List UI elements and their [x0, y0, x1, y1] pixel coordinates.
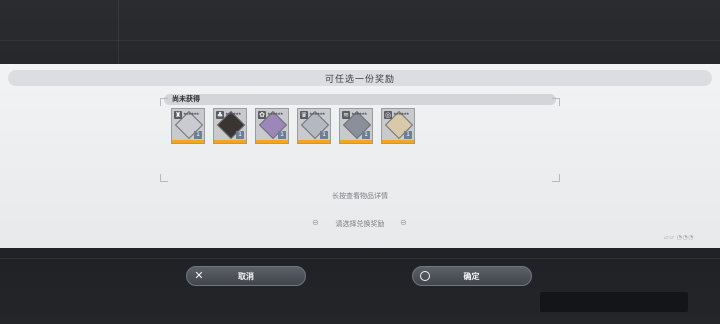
cancel-button-label: 取消: [238, 271, 254, 281]
reward-item[interactable]: ♜ ★★★★★★ 1: [171, 108, 205, 144]
wave-icon: ≋: [342, 111, 350, 119]
rarity-stars: ★★★★★★: [351, 111, 367, 116]
spiral-icon: ◎: [384, 111, 392, 119]
reward-item-list: ♜ ★★★★★★ 1 ♣ ★★★★★★ 1 ✿ ★★★★★★ 1 ♛ ★★★★★★ 1 ≋ ★★★★★★ 1…: [171, 108, 415, 144]
crown-icon: ♛: [300, 111, 308, 119]
item-count: 1: [278, 131, 286, 139]
section-header: 尚未获得: [164, 94, 556, 105]
close-icon: ✕: [194, 269, 204, 282]
rarity-bar: [382, 140, 414, 143]
rarity-bar: [214, 140, 246, 143]
select-hint: 请选择兑换奖励: [335, 220, 385, 228]
rarity-bar: [172, 140, 204, 143]
reward-item[interactable]: ✿ ★★★★★★ 1: [255, 108, 289, 144]
ghost-icon: ♣: [216, 111, 224, 119]
item-count: 1: [320, 131, 328, 139]
right-arrow-icon: ⊖: [400, 218, 407, 227]
frame-corner: [160, 174, 168, 182]
rarity-bar: [298, 140, 330, 143]
rarity-stars: ★★★★★★: [393, 111, 409, 116]
rarity-stars: ★★★★★★: [267, 111, 283, 116]
brand-logo-icon: ▱▱ ◔◔◔: [664, 234, 694, 241]
long-press-hint: 长按查看物品详情: [332, 192, 388, 200]
flower-icon: ✿: [258, 111, 266, 119]
ghost-icon: ♜: [174, 111, 182, 119]
rarity-stars: ★★★★★★: [309, 111, 325, 116]
reward-item[interactable]: ♣ ★★★★★★ 1: [213, 108, 247, 144]
rarity-bar: [340, 140, 372, 143]
rarity-stars: ★★★★★★: [225, 111, 241, 116]
item-count: 1: [404, 131, 412, 139]
dialog-title: 可任选一份奖励: [324, 74, 395, 85]
item-count: 1: [362, 131, 370, 139]
confirm-button-label: 确定: [463, 271, 480, 281]
reward-dialog: 可任选一份奖励 尚未获得 ♜ ★★★★★★ 1 ♣ ★★★★★★ 1 ✿ ★★★★★★ 1 ♛ ★★…: [0, 64, 720, 248]
rarity-bar: [256, 140, 288, 143]
reward-item[interactable]: ◎ ★★★★★★ 1: [381, 108, 415, 144]
dialog-title-bar: 可任选一份奖励: [8, 70, 712, 86]
frame-corner: [552, 174, 560, 182]
background-line: [0, 40, 720, 41]
frame-corner: [160, 98, 168, 106]
background-button-blurred: [540, 292, 688, 312]
reward-item[interactable]: ♛ ★★★★★★ 1: [297, 108, 331, 144]
reward-item[interactable]: ≋ ★★★★★★ 1: [339, 108, 373, 144]
confirm-button[interactable]: 确定: [412, 266, 532, 286]
background-line: [0, 258, 720, 259]
item-count: 1: [236, 131, 244, 139]
rarity-stars: ★★★★★★: [183, 111, 199, 116]
background-line: [118, 0, 119, 64]
circle-icon: [420, 271, 430, 281]
item-count: 1: [194, 131, 202, 139]
cancel-button[interactable]: ✕ 取消: [186, 266, 306, 286]
frame-corner: [552, 98, 560, 106]
section-label: 尚未获得: [172, 95, 200, 103]
